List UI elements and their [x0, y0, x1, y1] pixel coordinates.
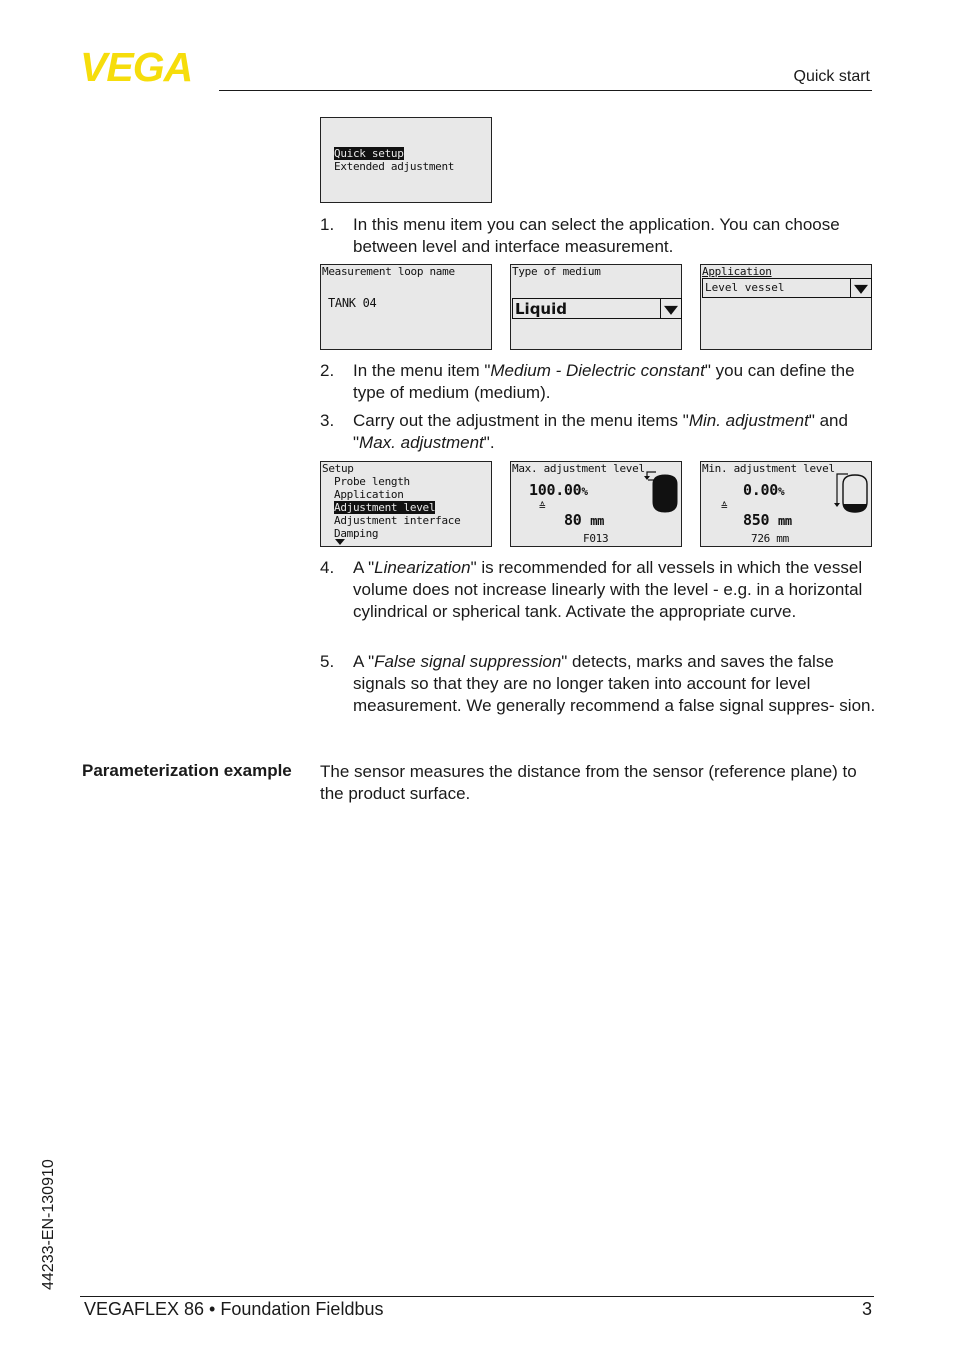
max-percent-value: 100.00: [529, 481, 582, 499]
step-text: Carry out the adjustment in the menu ite…: [353, 411, 848, 452]
step-number: 2.: [320, 361, 335, 380]
equivalence-symbol: ≙: [721, 500, 728, 513]
step-text: In the menu item "Medium - Dielectric co…: [353, 361, 855, 402]
logo-text: VEGA: [80, 50, 192, 84]
parameterization-text: The sensor measures the distance from th…: [320, 762, 857, 803]
display-type-of-medium: Type of medium Liquid: [510, 264, 682, 350]
setup-item-application: Application: [334, 488, 404, 501]
step-3: 3. Carry out the adjustment in the menu …: [320, 410, 880, 454]
loop-name-value: TANK 04: [328, 296, 377, 310]
footer-divider: [80, 1296, 874, 1297]
setup-item-probe-length: Probe length: [334, 475, 410, 488]
display-setup-menu: Setup Probe length Application Adjustmen…: [320, 461, 492, 547]
document-id: 44233-EN-130910: [40, 1159, 57, 1290]
display-loop-name: Measurement loop name TANK 04: [320, 264, 492, 350]
screen-title: Min. adjustment level: [702, 462, 835, 475]
min-percent-value: 0.00: [743, 481, 778, 499]
step-5: 5. A "False signal suppression" detects,…: [320, 651, 880, 717]
setup-item-adjustment-interface: Adjustment interface: [334, 514, 461, 527]
screen-title: Type of medium: [512, 265, 601, 278]
step-number: 1.: [320, 215, 335, 234]
screen-title: Setup: [322, 462, 354, 475]
scroll-down-arrow-icon: [335, 539, 345, 545]
step-number: 3.: [320, 411, 335, 430]
tank-empty-icon: [834, 473, 868, 513]
max-distance-value: 80: [564, 511, 582, 529]
screen-title: Measurement loop name: [322, 265, 455, 278]
side-heading-parameterization-example: Parameterization example: [82, 761, 292, 780]
vega-logo: VEGA: [80, 50, 193, 84]
measured-distance: 726 mm: [751, 532, 789, 545]
step-text: A "Linearization" is recommended for all…: [353, 558, 863, 621]
application-dropdown: Level vessel: [702, 278, 872, 298]
page-number: 3: [861, 1299, 872, 1319]
error-code: F013: [583, 532, 609, 545]
step-number: 5.: [320, 652, 335, 671]
medium-dropdown: Liquid: [512, 298, 682, 319]
screen-title: Max. adjustment level: [512, 462, 645, 475]
setup-item-adjustment-level: Adjustment level: [334, 501, 436, 514]
section-title: Quick start: [793, 68, 870, 85]
display-max-adjustment: Max. adjustment level 100.00% ≙ 80 mm F0…: [510, 461, 682, 547]
display-min-adjustment: Min. adjustment level 0.00% ≙ 850 mm 726…: [700, 461, 872, 547]
header-divider: [219, 90, 872, 91]
display-application: Application Level vessel: [700, 264, 872, 350]
min-distance-value: 850: [743, 511, 770, 529]
footer-product: VEGAFLEX 86 • Foundation Fieldbus: [84, 1299, 384, 1319]
tank-full-icon: [644, 471, 678, 513]
step-2: 2. In the menu item "Medium - Dielectric…: [320, 360, 880, 404]
step-text: A "False signal suppression" detects, ma…: [353, 652, 876, 715]
application-value: Level vessel: [705, 281, 785, 294]
medium-value: Liquid: [515, 300, 567, 318]
dropdown-arrow-icon: [850, 279, 871, 297]
step-4: 4. A "Linearization" is recommended for …: [320, 557, 880, 623]
menu-item-quick-setup: Quick setup: [334, 147, 404, 160]
equivalence-symbol: ≙: [539, 500, 546, 513]
step-1: 1. In this menu item you can select the …: [320, 214, 880, 258]
display-main-menu: Quick setup Extended adjustment: [320, 117, 492, 203]
step-number: 4.: [320, 558, 335, 577]
dropdown-arrow-icon: [660, 299, 681, 318]
step-text: In this menu item you can select the app…: [353, 215, 840, 256]
menu-item-extended-adjustment: Extended adjustment: [334, 160, 455, 173]
screen-title: Application: [702, 265, 772, 278]
